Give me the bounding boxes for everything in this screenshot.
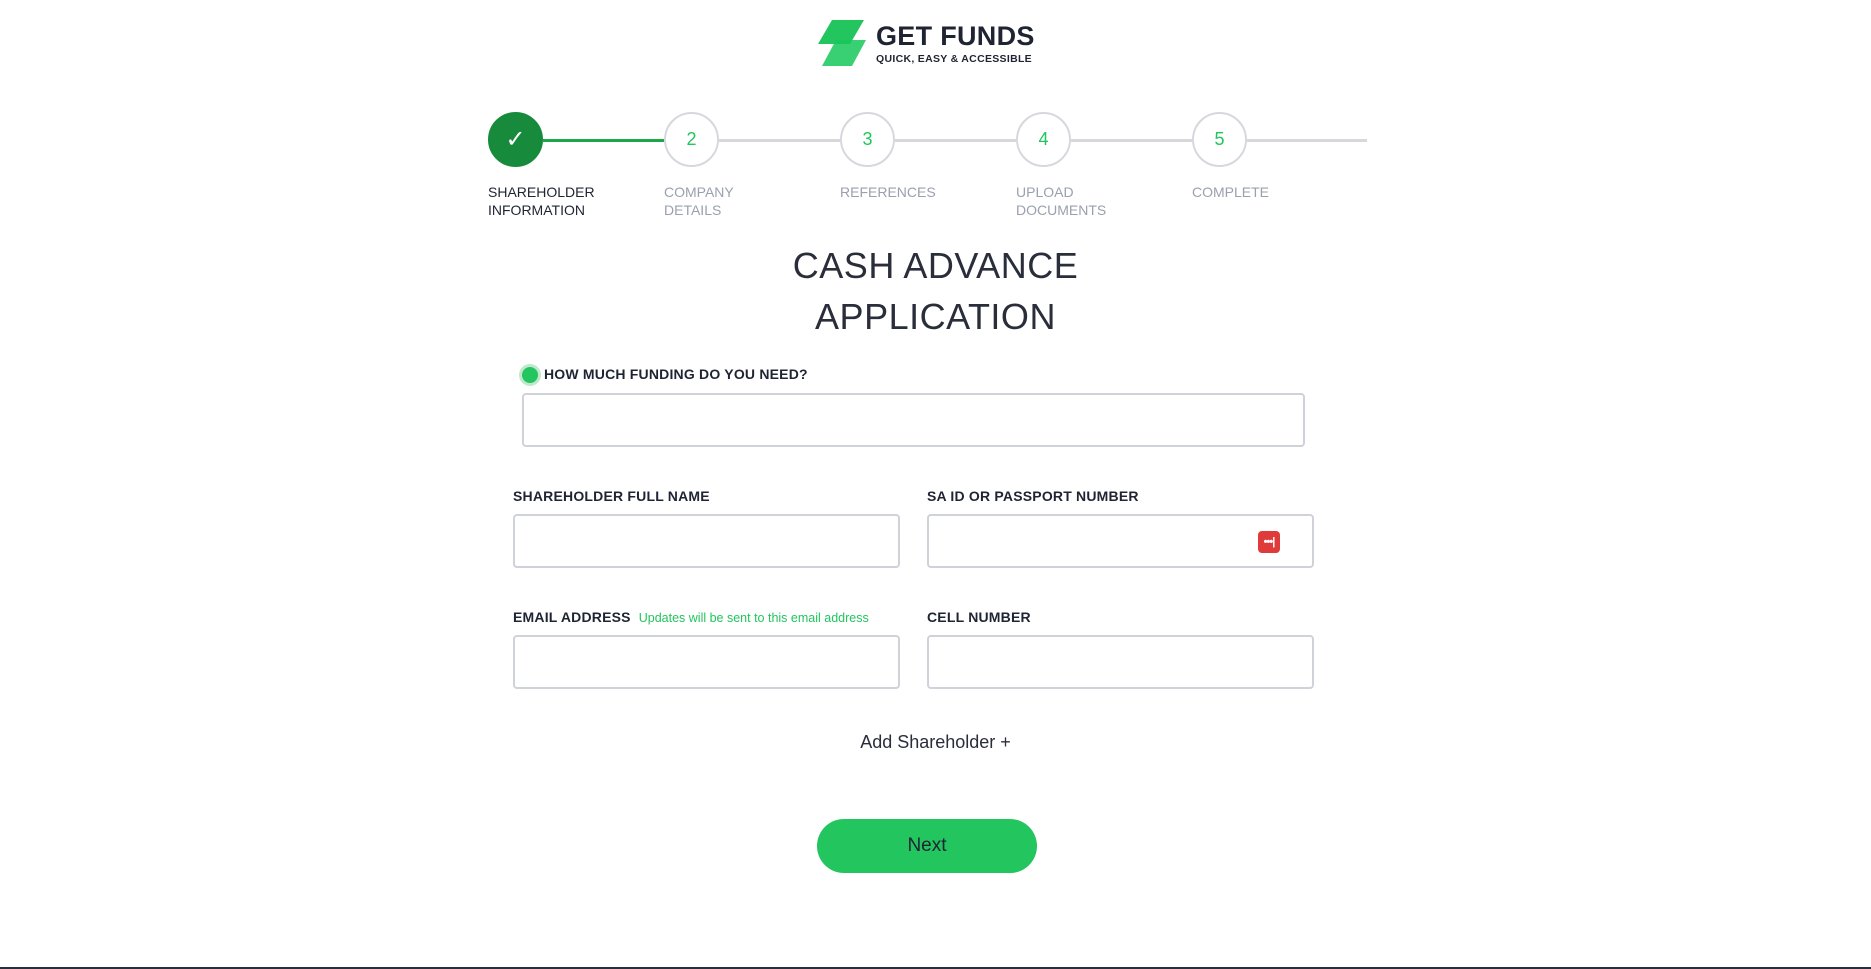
brand-title: GET FUNDS: [876, 21, 1035, 51]
step-4-circle[interactable]: 4: [1016, 112, 1071, 167]
step-5-circle[interactable]: 5: [1192, 112, 1247, 167]
step-3-label: REFERENCES: [840, 184, 936, 200]
step-1-circle[interactable]: ✓: [488, 112, 543, 167]
step-5-label: COMPLETE: [1192, 184, 1270, 200]
step-2-number: 2: [686, 129, 697, 149]
step-connector-3: [895, 139, 1016, 142]
page-title: CASH ADVANCE APPLICATION: [792, 245, 1079, 337]
step-connector-5: [1247, 139, 1367, 142]
step-1-label: SHAREHOLDER INFORMATION: [488, 184, 595, 218]
step-5-number: 5: [1214, 129, 1225, 149]
full-name-input[interactable]: [513, 514, 900, 568]
id-number-input[interactable]: •••|: [927, 514, 1314, 568]
funding-label: HOW MUCH FUNDING DO YOU NEED?: [544, 366, 808, 382]
brand-tagline: QUICK, EASY & ACCESSIBLE: [876, 53, 1032, 65]
step-4-label: UPLOAD DOCUMENTS: [1016, 184, 1107, 218]
step-connector-4: [1071, 139, 1192, 142]
step-connector-1: [543, 139, 664, 142]
step-connector-2: [719, 139, 840, 142]
email-input[interactable]: [513, 635, 900, 689]
step-3-number: 3: [862, 129, 873, 149]
funding-input[interactable]: [522, 393, 1305, 447]
step-3-circle[interactable]: 3: [840, 112, 895, 167]
step-2-circle[interactable]: 2: [664, 112, 719, 167]
funding-radio[interactable]: [519, 364, 541, 386]
checkmark-icon: ✓: [505, 126, 526, 153]
full-name-label: SHAREHOLDER FULL NAME: [513, 488, 710, 504]
email-hint: Updates will be sent to this email addre…: [638, 611, 869, 625]
password-manager-icon[interactable]: •••|: [1258, 531, 1280, 553]
cell-number-input[interactable]: [927, 635, 1314, 689]
email-label: EMAIL ADDRESS Updates will be sent to thi…: [513, 609, 869, 625]
step-2-label: COMPANY DETAILS: [664, 184, 734, 218]
step-4-number: 4: [1038, 129, 1049, 149]
brand-logo: GET FUNDS QUICK, EASY & ACCESSIBLE: [818, 18, 1035, 68]
add-shareholder-link[interactable]: Add Shareholder +: [0, 732, 1871, 753]
cell-number-label: CELL NUMBER: [927, 609, 1031, 625]
next-button[interactable]: Next: [817, 819, 1037, 873]
progress-stepper: ✓ 2 3 4 5 SHAREHOLDER INFORMATION COMPANY…: [488, 112, 1367, 222]
logo-icon: [818, 18, 868, 68]
id-number-label: SA ID OR PASSPORT NUMBER: [927, 488, 1139, 504]
